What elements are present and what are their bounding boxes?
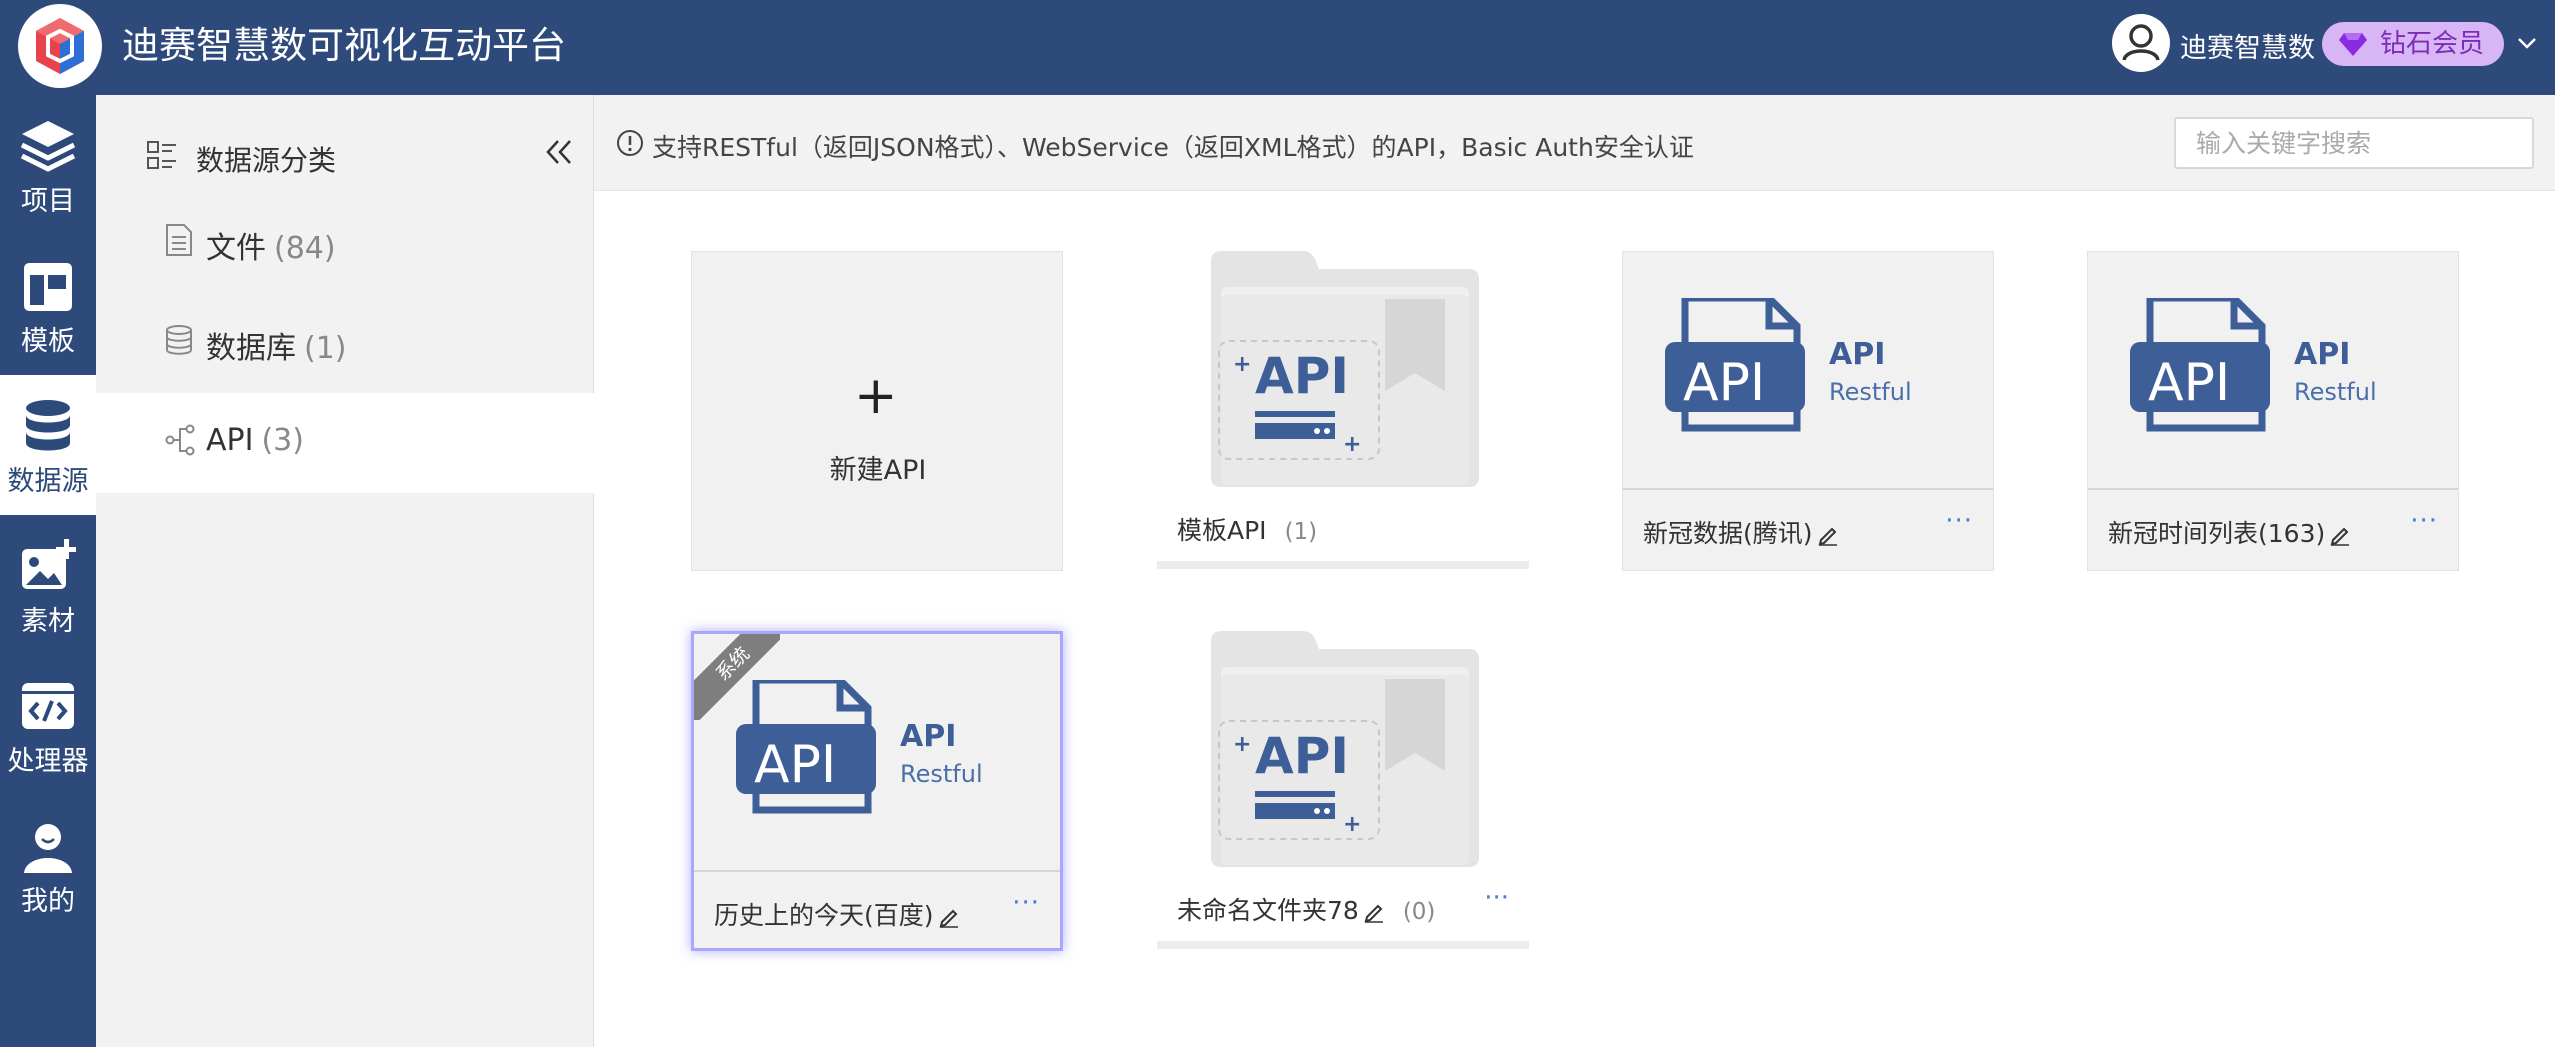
diamond-icon (2339, 33, 2367, 56)
folder-name: 未命名文件夹78 (0) (1177, 896, 1436, 925)
user-name: 迪赛智慧数 (2180, 33, 2315, 64)
nav-label: 数据源 (7, 466, 89, 497)
info-circle-icon (617, 130, 643, 156)
edit-icon[interactable] (2329, 524, 2351, 546)
nav-label: 项目 (21, 186, 75, 217)
folder-api-icon: + API + (1211, 251, 1479, 487)
svg-text:API: API (1255, 347, 1349, 405)
nav-item-processors[interactable]: 处理器 (0, 655, 96, 795)
system-ribbon-label: 系统 (694, 634, 780, 720)
folder-api-icon: + API + (1211, 631, 1479, 867)
nav-item-assets[interactable]: 素材 (0, 515, 96, 655)
chevron-down-icon[interactable] (2516, 32, 2538, 54)
database-small-icon (166, 325, 192, 355)
avatar[interactable] (2112, 14, 2170, 72)
search-input[interactable] (2174, 117, 2534, 169)
svg-text:+: + (1233, 352, 1251, 377)
api-name: 历史上的今天(百度) (714, 896, 960, 932)
plus-icon: + (854, 366, 898, 426)
info-text: 支持RESTful（返回JSON格式）、WebService（返回XML格式）的… (652, 133, 1694, 162)
new-api-label: 新建API (829, 455, 927, 486)
nav-label: 素材 (21, 606, 75, 637)
category-item-database[interactable]: 数据库 (1) (96, 293, 594, 393)
card-footer: 历史上的今天(百度) ··· (694, 874, 1060, 952)
api-node-icon (165, 424, 195, 456)
template-icon (24, 263, 72, 311)
nav-item-mine[interactable]: 我的 (0, 795, 96, 935)
category-label: 文件 (84) (206, 231, 336, 266)
edit-icon[interactable] (938, 906, 960, 928)
svg-text:+: + (1343, 812, 1361, 837)
logo-icon (20, 6, 100, 86)
card-footer: 新冠数据(腾讯) ··· (1623, 492, 1993, 570)
divider (1157, 561, 1529, 569)
vip-badge[interactable]: 钻石会员 (2322, 22, 2504, 66)
folder-name: 模板API (1) (1177, 516, 1318, 545)
category-label: API (3) (206, 423, 304, 458)
file-icon (166, 224, 192, 256)
svg-text:API: API (1683, 353, 1765, 413)
more-button[interactable]: ··· (2410, 506, 2438, 536)
code-icon (22, 683, 74, 729)
layers-icon (20, 121, 76, 172)
nav-label: 处理器 (7, 746, 89, 777)
divider (1157, 941, 1529, 949)
user-avatar-icon (2122, 24, 2160, 61)
nav-rail: 项目 模板 数据源 素材 处理器 我的 (0, 95, 96, 1047)
api-thumbnail: API API Restful (2088, 252, 2458, 490)
edit-icon[interactable] (1817, 524, 1839, 546)
more-button[interactable]: ··· (1012, 888, 1040, 918)
collapse-icon[interactable] (544, 137, 574, 167)
more-button[interactable]: ··· (1945, 506, 1973, 536)
user-icon (24, 824, 72, 873)
folder-card-template[interactable]: + API + 模板API (1) (1157, 251, 1529, 571)
api-name: 新冠数据(腾讯) (1643, 514, 1839, 550)
nav-label: 模板 (21, 326, 75, 357)
edit-icon[interactable] (1363, 901, 1385, 923)
category-title: 数据源分类 (196, 144, 337, 177)
api-card[interactable]: API API Restful 新冠时间列表(163) ··· (2087, 251, 2459, 571)
user-menu[interactable]: 迪赛智慧数 钻石会员 (2112, 14, 2552, 76)
system-ribbon: 系统 (694, 634, 780, 720)
category-panel: 数据源分类 文件 (84) 数据库 (1) API (3) (96, 95, 594, 1047)
svg-text:API: API (754, 735, 836, 795)
api-name: 新冠时间列表(163) (2108, 514, 2351, 550)
svg-text:Restful: Restful (2294, 378, 2377, 406)
svg-text:API: API (1255, 727, 1349, 785)
svg-text:+: + (1343, 432, 1361, 457)
svg-text:Restful: Restful (1829, 378, 1912, 406)
api-restful-icon: API API Restful (1665, 298, 1912, 432)
svg-text:+: + (1233, 732, 1251, 757)
category-item-file[interactable]: 文件 (84) (96, 193, 594, 293)
svg-text:API: API (2148, 353, 2230, 413)
new-api-card[interactable]: + 新建API (691, 251, 1063, 571)
svg-text:API: API (900, 719, 956, 754)
api-restful-icon: API API Restful (2130, 298, 2377, 432)
vip-label: 钻石会员 (2380, 29, 2485, 59)
svg-text:API: API (2294, 337, 2350, 372)
svg-text:Restful: Restful (900, 760, 983, 788)
top-bar: 迪赛智慧数可视化互动平台 迪赛智慧数 钻石会员 (0, 0, 2555, 95)
category-label: 数据库 (1) (206, 331, 347, 366)
folder-card[interactable]: + API + 未命名文件夹78 (0) ··· (1157, 631, 1529, 951)
api-card[interactable]: API API Restful 新冠数据(腾讯) ··· (1622, 251, 1994, 571)
api-card-selected[interactable]: API API Restful 系统 历史上的今天(百度) ··· (691, 631, 1063, 951)
svg-text:API: API (1829, 337, 1885, 372)
database-icon (26, 400, 70, 451)
card-footer: 新冠时间列表(163) ··· (2088, 492, 2458, 570)
category-item-api[interactable]: API (3) (96, 393, 594, 493)
info-bar: 支持RESTful（返回JSON格式）、WebService（返回XML格式）的… (594, 95, 2555, 191)
image-add-icon (22, 539, 76, 589)
api-thumbnail: API API Restful (1623, 252, 1993, 490)
nav-item-datasource[interactable]: 数据源 (0, 375, 96, 515)
app-title: 迪赛智慧数可视化互动平台 (122, 24, 566, 67)
nav-item-templates[interactable]: 模板 (0, 235, 96, 375)
app-logo[interactable] (18, 4, 102, 88)
list-icon (147, 141, 176, 169)
more-button[interactable]: ··· (1484, 883, 1509, 913)
nav-label: 我的 (21, 886, 75, 917)
nav-item-projects[interactable]: 项目 (0, 95, 96, 235)
